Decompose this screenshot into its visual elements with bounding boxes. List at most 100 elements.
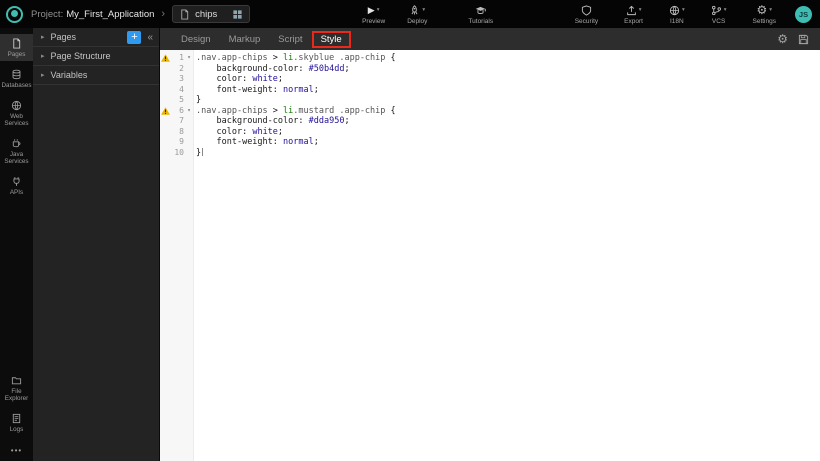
project-breadcrumb: Project:My_First_Application <box>31 9 154 20</box>
pages-panel: ▸ Pages + « ▸ Page Structure ▸ Variables <box>33 28 160 461</box>
panel-section-variables[interactable]: ▸ Variables <box>33 66 159 85</box>
topbar-right-actions: Security ▾ Export ▾ I18N <box>564 4 787 25</box>
topbar: Project:My_First_Application › chips ▶ ▾… <box>0 0 820 28</box>
code-line[interactable]: 2 background-color: #50b4dd; <box>160 64 820 75</box>
fold-marker[interactable]: ▾ <box>184 106 194 117</box>
page-tab-name: chips <box>195 9 227 20</box>
sidebar-item-apis[interactable]: APIs <box>0 172 33 199</box>
sidebar-item-label: APIs <box>1 189 32 196</box>
sidebar-item-pages[interactable]: Pages <box>0 34 33 61</box>
sidebar-top: Pages Databases Web Services Java Servic… <box>0 34 33 203</box>
deploy-button[interactable]: ▾ Deploy <box>407 4 427 25</box>
logs-icon <box>11 413 22 424</box>
shield-icon <box>581 5 592 16</box>
coffee-cup-icon <box>11 138 22 149</box>
chevron-right-icon[interactable]: ▸ <box>41 71 45 79</box>
tab-design[interactable]: Design <box>172 31 220 48</box>
page-file-icon <box>179 9 190 20</box>
sidebar-item-label: Java Services <box>1 151 32 165</box>
tab-style[interactable]: Style <box>312 31 351 48</box>
wavemaker-logo[interactable] <box>6 6 23 23</box>
fold-marker[interactable]: ▾ <box>184 53 194 64</box>
code-line[interactable]: 7 background-color: #dda950; <box>160 116 820 127</box>
project-label: Project: <box>31 9 63 20</box>
sidebar-item-label: File Explorer <box>1 388 32 402</box>
tutorials-button[interactable]: Tutorials <box>468 4 493 25</box>
code-line[interactable]: 1▾.nav.app-chips > li.skyblue .app-chip … <box>160 53 820 64</box>
chevron-right-icon[interactable]: ▸ <box>41 52 45 60</box>
database-icon <box>11 69 22 80</box>
page-switcher-grid-icon[interactable] <box>232 9 243 20</box>
sidebar-item-label: Databases <box>1 82 32 89</box>
user-avatar[interactable]: JS <box>795 6 812 23</box>
code-line[interactable]: 6▾.nav.app-chips > li.mustard .app-chip … <box>160 106 820 117</box>
tabbar-right-actions: ⚙ <box>777 33 820 45</box>
folder-icon <box>11 375 22 386</box>
save-icon[interactable] <box>798 34 809 45</box>
style-code-editor[interactable]: 1▾.nav.app-chips > li.skyblue .app-chip … <box>160 50 820 461</box>
chevron-down-icon[interactable]: ▾ <box>769 7 772 13</box>
panel-section-label: Page Structure <box>51 51 111 61</box>
preview-label: Preview <box>362 18 385 25</box>
tab-script[interactable]: Script <box>269 31 311 48</box>
chevron-down-icon[interactable]: ▾ <box>724 7 727 13</box>
line-number: 6 <box>171 106 184 117</box>
security-label: Security <box>575 18 598 25</box>
sidebar-item-label: Logs <box>1 426 32 433</box>
breadcrumb-chevron-icon: › <box>161 8 165 20</box>
project-name[interactable]: My_First_Application <box>66 9 154 20</box>
panel-section-label: Pages <box>51 32 77 42</box>
sidebar-item-databases[interactable]: Databases <box>0 65 33 92</box>
chevron-down-icon[interactable]: ▾ <box>639 7 642 13</box>
chevron-down-icon[interactable]: ▾ <box>377 7 380 13</box>
preview-button[interactable]: ▶ ▾ Preview <box>362 4 385 25</box>
api-plug-icon <box>11 176 22 187</box>
code-line[interactable]: 3 color: white; <box>160 74 820 85</box>
sidebar-item-logs[interactable]: Logs <box>0 409 33 436</box>
panel-section-page-structure[interactable]: ▸ Page Structure <box>33 47 159 66</box>
sidebar-item-file-explorer[interactable]: File Explorer <box>0 371 33 405</box>
graduation-cap-icon <box>475 5 486 16</box>
gear-icon: ⚙ <box>756 4 767 16</box>
tab-markup[interactable]: Markup <box>220 31 270 48</box>
sidebar-item-java-services[interactable]: Java Services <box>0 134 33 168</box>
code-line[interactable]: 10} <box>160 148 820 159</box>
code-line[interactable]: 8 color: white; <box>160 127 820 138</box>
chevron-down-icon[interactable]: ▾ <box>422 7 425 13</box>
vcs-label: VCS <box>712 18 725 25</box>
main-area: Design Markup Script Style ⚙ 1▾.nav.app-… <box>160 28 820 461</box>
line-number: 2 <box>171 64 184 75</box>
code-text: .nav.app-chips > li.mustard .app-chip { <box>194 106 396 117</box>
page-settings-gear-icon[interactable]: ⚙ <box>777 33 788 45</box>
chevron-right-icon[interactable]: ▸ <box>41 33 45 41</box>
pages-icon <box>11 38 22 49</box>
code-text: background-color: #dda950; <box>194 116 350 127</box>
panel-section-pages[interactable]: ▸ Pages + « <box>33 28 159 47</box>
open-page-tab[interactable]: chips <box>172 5 250 23</box>
code-line[interactable]: 5} <box>160 95 820 106</box>
i18n-button[interactable]: ▾ I18N <box>669 4 685 25</box>
i18n-label: I18N <box>670 18 684 25</box>
more-options-button[interactable]: ••• <box>11 440 22 457</box>
rocket-icon <box>409 5 420 16</box>
code-line[interactable]: 9 font-weight: normal; <box>160 137 820 148</box>
code-lines: 1▾.nav.app-chips > li.skyblue .app-chip … <box>160 50 820 158</box>
export-button[interactable]: ▾ Export <box>624 4 643 25</box>
add-page-button[interactable]: + <box>127 31 141 44</box>
code-text: color: white; <box>194 127 283 138</box>
code-text: font-weight: normal; <box>194 137 319 148</box>
line-number: 5 <box>171 95 184 106</box>
export-label: Export <box>624 18 643 25</box>
warning-icon[interactable] <box>160 54 171 62</box>
code-line[interactable]: 4 font-weight: normal; <box>160 85 820 96</box>
line-number: 7 <box>171 116 184 127</box>
sidebar-item-web-services[interactable]: Web Services <box>0 96 33 130</box>
security-button[interactable]: Security <box>575 4 598 25</box>
settings-button[interactable]: ⚙ ▾ Settings <box>753 4 777 25</box>
globe-language-icon <box>669 5 680 16</box>
code-text: color: white; <box>194 74 283 85</box>
collapse-panel-button[interactable]: « <box>146 32 154 43</box>
warning-icon[interactable] <box>160 107 171 115</box>
vcs-button[interactable]: ▾ VCS <box>711 4 727 25</box>
chevron-down-icon[interactable]: ▾ <box>682 7 685 13</box>
